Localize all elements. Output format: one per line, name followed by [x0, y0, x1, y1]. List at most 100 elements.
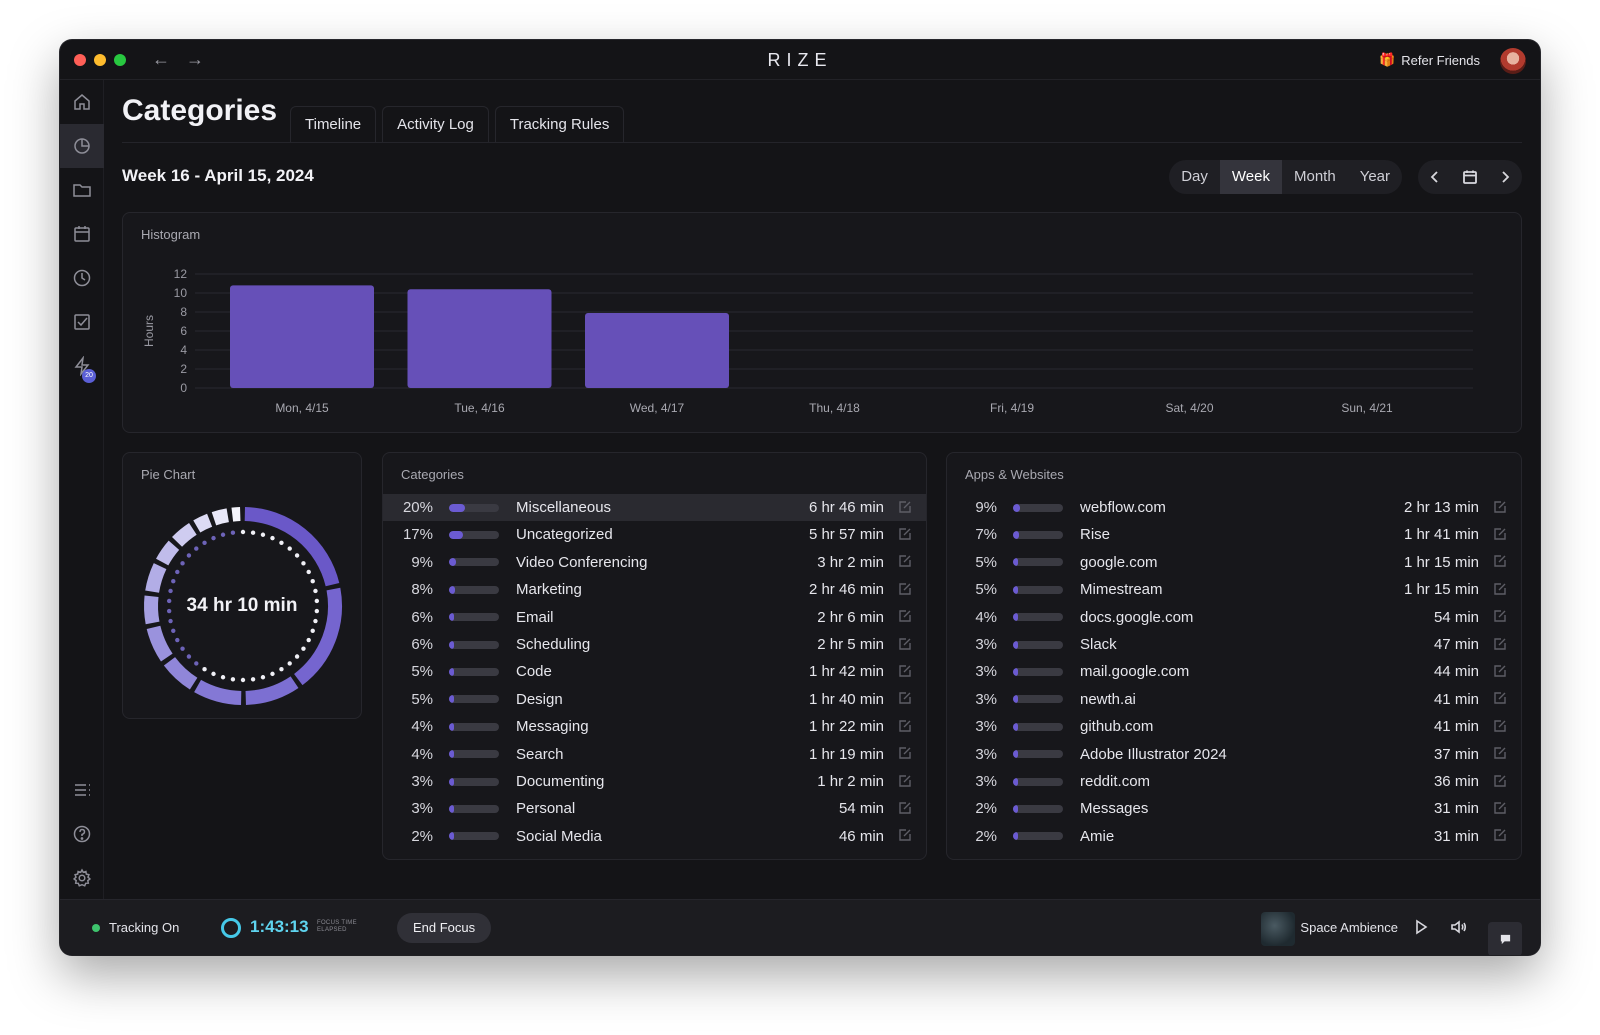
chevron-left-icon[interactable] [1427, 169, 1443, 185]
edit-button[interactable] [898, 746, 914, 762]
sidebar-item-home[interactable] [60, 80, 104, 124]
item-name: Slack [1080, 636, 1117, 653]
edit-button[interactable] [898, 828, 914, 844]
sidebar-item-history[interactable] [60, 256, 104, 300]
tab-timeline[interactable]: Timeline [290, 106, 377, 142]
tab-tracking-rules[interactable]: Tracking Rules [494, 106, 625, 142]
period-day-button[interactable]: Day [1169, 160, 1220, 194]
list-item[interactable]: 9% webflow.com 2 hr 13 min [947, 494, 1521, 521]
donut-tick [180, 561, 185, 566]
edit-button[interactable] [898, 582, 914, 598]
list-item[interactable]: 4% Search 1 hr 19 min [383, 741, 926, 768]
list-item[interactable]: 7% Rise 1 hr 41 min [947, 521, 1521, 548]
list-item[interactable]: 17% Uncategorized 5 hr 57 min [383, 521, 926, 548]
list-item[interactable]: 5% google.com 1 hr 15 min [947, 549, 1521, 576]
donut-tick [301, 561, 306, 566]
edit-button[interactable] [1493, 637, 1509, 653]
calendar-icon[interactable] [1462, 169, 1478, 185]
edit-button[interactable] [898, 664, 914, 680]
list-item[interactable]: 3% reddit.com 36 min [947, 768, 1521, 795]
list-item[interactable]: 4% Messaging 1 hr 22 min [383, 713, 926, 740]
list-item[interactable]: 3% github.com 41 min [947, 713, 1521, 740]
edit-button[interactable] [898, 609, 914, 625]
edit-button[interactable] [1493, 582, 1509, 598]
list-item[interactable]: 3% Adobe Illustrator 2024 37 min [947, 741, 1521, 768]
sidebar-item-projects[interactable] [60, 168, 104, 212]
donut-tick [287, 546, 292, 551]
x-tick-label: Sat, 4/20 [1165, 401, 1213, 415]
list-item[interactable]: 6% Email 2 hr 6 min [383, 604, 926, 631]
list-item[interactable]: 5% Design 1 hr 40 min [383, 686, 926, 713]
share-bar [449, 503, 499, 512]
donut-tick [279, 667, 284, 672]
percentage: 5% [411, 690, 433, 708]
edit-button[interactable] [1493, 691, 1509, 707]
edit-button[interactable] [1493, 746, 1509, 762]
edit-button[interactable] [1493, 664, 1509, 680]
period-year-button[interactable]: Year [1348, 160, 1402, 194]
chat-icon [1500, 934, 1510, 944]
edit-button[interactable] [898, 801, 914, 817]
list-item[interactable]: 3% newth.ai 41 min [947, 686, 1521, 713]
sidebar-item-menu[interactable] [60, 768, 104, 812]
clock-icon [73, 269, 91, 287]
edit-button[interactable] [1493, 609, 1509, 625]
avatar[interactable] [1500, 48, 1526, 74]
donut-tick [240, 677, 246, 683]
chat-button[interactable] [1488, 922, 1522, 955]
percentage: 17% [402, 526, 433, 544]
edit-button[interactable] [898, 554, 914, 570]
item-duration: 37 min [1433, 745, 1479, 763]
edit-button[interactable] [1493, 801, 1509, 817]
period-month-button[interactable]: Month [1282, 160, 1348, 194]
list-item[interactable]: 20% Miscellaneous 6 hr 46 min [383, 494, 926, 521]
list-item[interactable]: 5% Code 1 hr 42 min [383, 658, 926, 685]
refer-friends-button[interactable]: 🎁 Refer Friends [1379, 52, 1480, 68]
edit-button[interactable] [1493, 500, 1509, 516]
edit-button[interactable] [1493, 774, 1509, 790]
list-item[interactable]: 4% docs.google.com 54 min [947, 604, 1521, 631]
edit-button[interactable] [898, 774, 914, 790]
edit-button[interactable] [1493, 828, 1509, 844]
list-item[interactable]: 6% Scheduling 2 hr 5 min [383, 631, 926, 658]
sidebar-item-automations[interactable]: 20 [60, 344, 104, 388]
edit-button[interactable] [898, 691, 914, 707]
volume-button[interactable] [1450, 918, 1470, 938]
list-item[interactable]: 5% Mimestream 1 hr 15 min [947, 576, 1521, 603]
donut-tick [168, 588, 173, 594]
tracking-status[interactable]: Tracking On [109, 920, 179, 935]
edit-button[interactable] [1493, 554, 1509, 570]
tab-activity-log[interactable]: Activity Log [382, 106, 489, 142]
sidebar-item-help[interactable] [60, 812, 104, 856]
share-bar-fill [449, 667, 454, 676]
list-item[interactable]: 8% Marketing 2 hr 46 min [383, 576, 926, 603]
item-duration: 36 min [1433, 773, 1479, 790]
sidebar-item-tasks[interactable] [60, 300, 104, 344]
list-item[interactable]: 3% Documenting 1 hr 2 min [383, 768, 926, 795]
edit-button[interactable] [898, 527, 914, 543]
edit-button[interactable] [1493, 527, 1509, 543]
list-item[interactable]: 9% Video Conferencing 3 hr 2 min [383, 549, 926, 576]
chevron-right-icon[interactable] [1497, 169, 1513, 185]
donut-tick [287, 661, 292, 666]
period-week-button[interactable]: Week [1219, 160, 1282, 194]
play-button[interactable] [1412, 918, 1432, 938]
sidebar-item-calendar[interactable] [60, 212, 104, 256]
edit-button[interactable] [898, 500, 914, 516]
list-item[interactable]: 3% mail.google.com 44 min [947, 658, 1521, 685]
list-item[interactable]: 2% Messages 31 min [947, 795, 1521, 822]
end-focus-button[interactable]: End Focus [397, 913, 492, 943]
edit-button[interactable] [898, 719, 914, 735]
list-item[interactable]: 2% Social Media 46 min [383, 823, 926, 850]
list-item[interactable]: 3% Personal 54 min [383, 795, 926, 822]
list-item[interactable]: 2% Amie 31 min [947, 823, 1521, 850]
sidebar-item-categories[interactable] [60, 124, 104, 168]
edit-button[interactable] [1493, 719, 1509, 735]
sidebar-item-settings[interactable] [60, 856, 104, 900]
list-item[interactable]: 3% Slack 47 min [947, 631, 1521, 658]
percentage: 20% [402, 499, 433, 516]
edit-button[interactable] [898, 637, 914, 653]
percentage: 4% [411, 745, 433, 763]
edit-icon [1494, 582, 1506, 595]
percentage: 3% [975, 663, 997, 681]
